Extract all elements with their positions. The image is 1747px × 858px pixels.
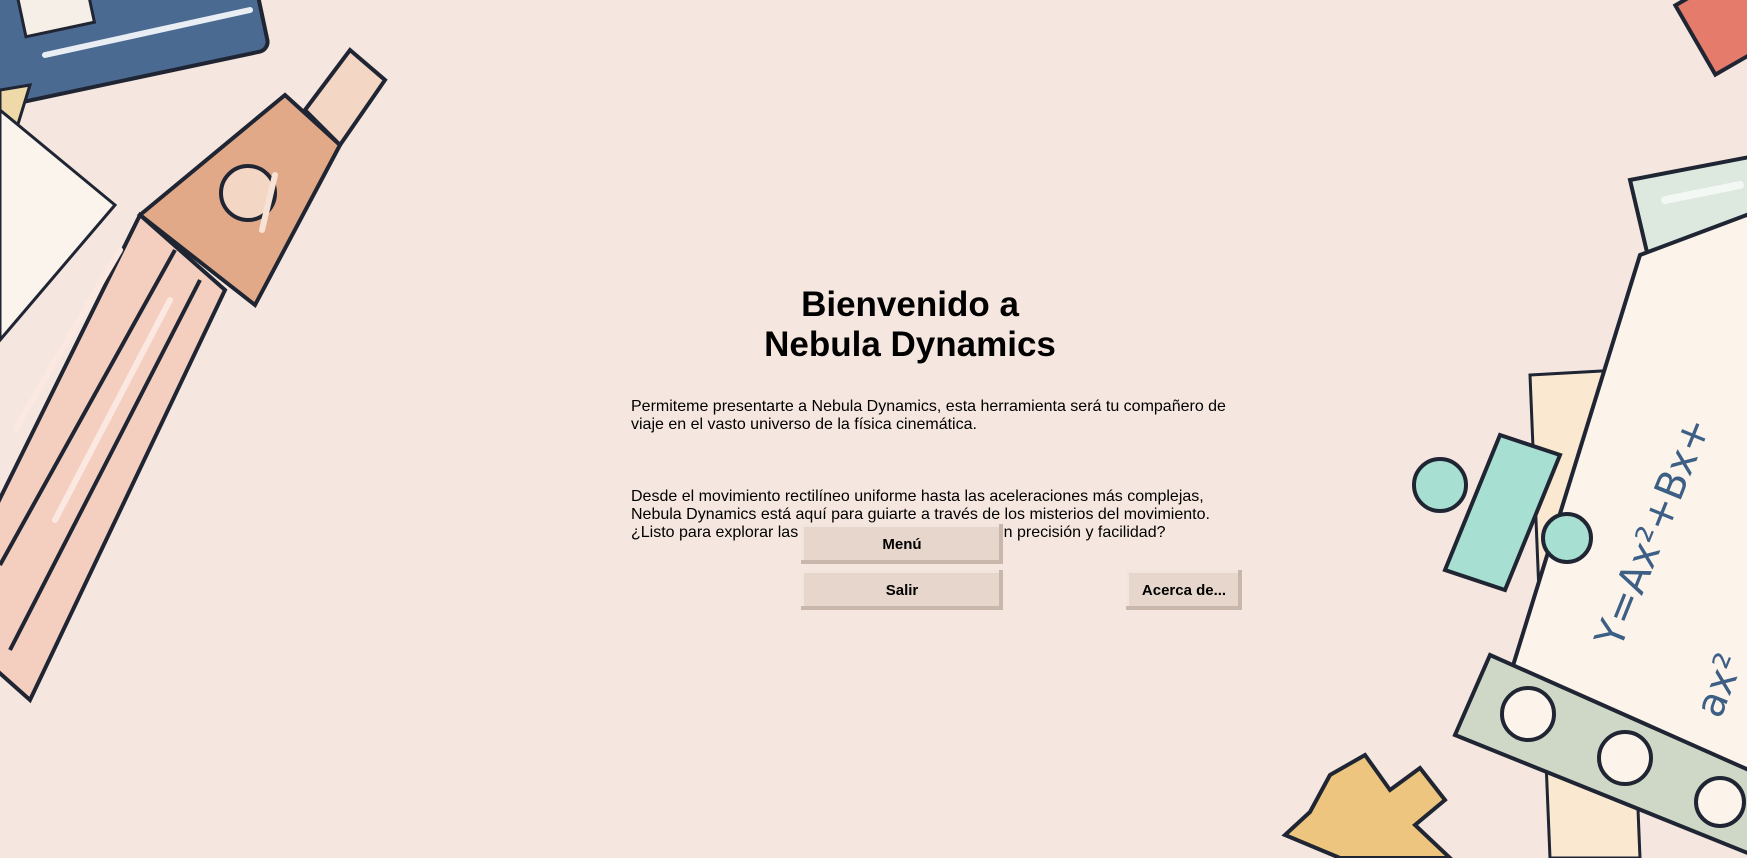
menu-button[interactable]: Menú bbox=[801, 524, 1003, 564]
rocket-pencil-icon bbox=[0, 47, 388, 704]
plus-shape-icon bbox=[1281, 752, 1453, 858]
paragraph-intro: Permiteme presentarte a Nebula Dynamics,… bbox=[631, 398, 1226, 433]
welcome-title: Bienvenido a Nebula Dynamics bbox=[620, 285, 1200, 365]
title-line-2: Nebula Dynamics bbox=[764, 325, 1056, 364]
eraser-icon bbox=[1672, 0, 1747, 78]
title-line-1: Bienvenido a bbox=[801, 285, 1019, 324]
exit-button[interactable]: Salir bbox=[801, 570, 1003, 610]
calculator-icon bbox=[0, 0, 270, 111]
about-button[interactable]: Acerca de... bbox=[1126, 570, 1242, 610]
